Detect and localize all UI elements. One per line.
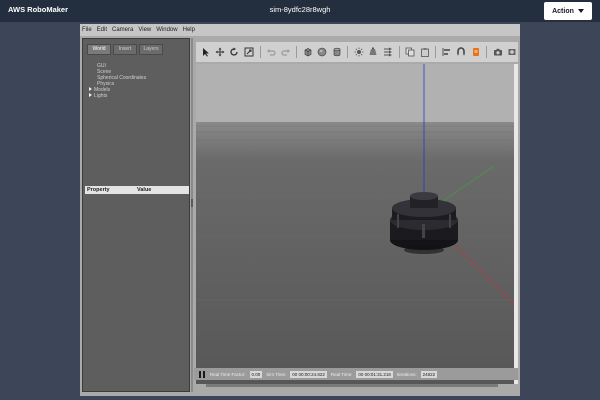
- expand-arrow-icon[interactable]: [89, 87, 92, 91]
- gazebo-window: File Edit Camera View Window Help World …: [80, 24, 520, 396]
- sim-time-label: Sim Time:: [266, 371, 287, 377]
- horizontal-scrollbar[interactable]: [206, 384, 498, 387]
- simulation-id: sim-8ydfc28r8wgh: [269, 5, 331, 14]
- menu-window[interactable]: Window: [156, 27, 177, 33]
- toolbar-separator: [259, 46, 261, 58]
- ground-plane: [196, 122, 514, 384]
- menu-view[interactable]: View: [138, 27, 151, 33]
- scale-icon[interactable]: [243, 46, 254, 58]
- undo-icon[interactable]: [266, 46, 277, 58]
- tab-world[interactable]: World: [87, 44, 111, 55]
- redo-icon[interactable]: [280, 46, 291, 58]
- left-panel: World Insert Layers GUI Scene Spherical …: [82, 38, 190, 392]
- iterations-label: Iterations:: [396, 371, 417, 377]
- action-button-label: Action: [552, 7, 574, 15]
- align-icon[interactable]: [441, 46, 452, 58]
- scene-render: [196, 64, 514, 384]
- property-table-header: Property Value: [85, 186, 189, 194]
- menu-edit[interactable]: Edit: [97, 27, 107, 33]
- time-bar: Real Time Factor: 0.00 Sim Time: 00 00:0…: [194, 368, 518, 380]
- 3d-viewport[interactable]: [196, 64, 514, 384]
- toolbar-separator: [296, 46, 298, 58]
- toolbar: [196, 42, 518, 62]
- record-icon[interactable]: [507, 46, 518, 58]
- real-time-value: 00 00:01:31.216: [356, 370, 393, 378]
- cylinder-icon[interactable]: [331, 46, 342, 58]
- splitter-handle[interactable]: [191, 199, 193, 207]
- snap-icon[interactable]: [456, 46, 467, 58]
- translate-icon[interactable]: [214, 46, 225, 58]
- menu-help[interactable]: Help: [183, 27, 195, 33]
- real-time-factor-label: Real Time Factor:: [210, 371, 246, 377]
- screenshot-icon[interactable]: [492, 46, 503, 58]
- viewport-scrollbar[interactable]: [514, 64, 518, 384]
- top-header-bar: AWS RoboMaker sim-8ydfc28r8wgh Action: [0, 0, 600, 22]
- tree-item-lights[interactable]: Lights: [89, 93, 189, 99]
- expand-arrow-icon[interactable]: [89, 93, 92, 97]
- tab-insert[interactable]: Insert: [113, 44, 137, 55]
- rotate-icon[interactable]: [229, 46, 240, 58]
- toolbar-separator: [435, 46, 437, 58]
- toolbar-separator: [486, 46, 488, 58]
- toolbar-separator: [398, 46, 400, 58]
- change-view-icon[interactable]: [470, 46, 481, 58]
- panel-tabs: World Insert Layers: [87, 44, 163, 56]
- toolbar-separator: [347, 46, 349, 58]
- sim-time-value: 00 00:00:24.822: [290, 370, 327, 378]
- real-time-label: Real Time:: [330, 371, 353, 377]
- box-icon[interactable]: [302, 46, 313, 58]
- menu-bar: File Edit Camera View Window Help: [80, 24, 520, 36]
- action-button[interactable]: Action: [544, 2, 592, 20]
- world-tree: GUI Scene Spherical Coordinates Physics …: [89, 63, 189, 99]
- caret-down-icon: [577, 9, 584, 13]
- panel-splitter[interactable]: [191, 38, 193, 392]
- property-column-header: Property: [87, 187, 110, 193]
- pause-icon[interactable]: [198, 370, 206, 378]
- copy-icon[interactable]: [405, 46, 416, 58]
- point-light-icon[interactable]: [353, 46, 364, 58]
- real-time-factor-value: 0.00: [249, 370, 263, 378]
- iterations-value: 24822: [420, 370, 438, 378]
- spot-light-icon[interactable]: [368, 46, 379, 58]
- select-arrow-icon[interactable]: [200, 46, 211, 58]
- sphere-icon[interactable]: [317, 46, 328, 58]
- paste-icon[interactable]: [419, 46, 430, 58]
- sky: [196, 64, 514, 122]
- menu-file[interactable]: File: [82, 27, 92, 33]
- menu-camera[interactable]: Camera: [112, 27, 133, 33]
- tab-layers[interactable]: Layers: [139, 44, 163, 55]
- directional-light-icon[interactable]: [382, 46, 393, 58]
- value-column-header: Value: [137, 187, 152, 193]
